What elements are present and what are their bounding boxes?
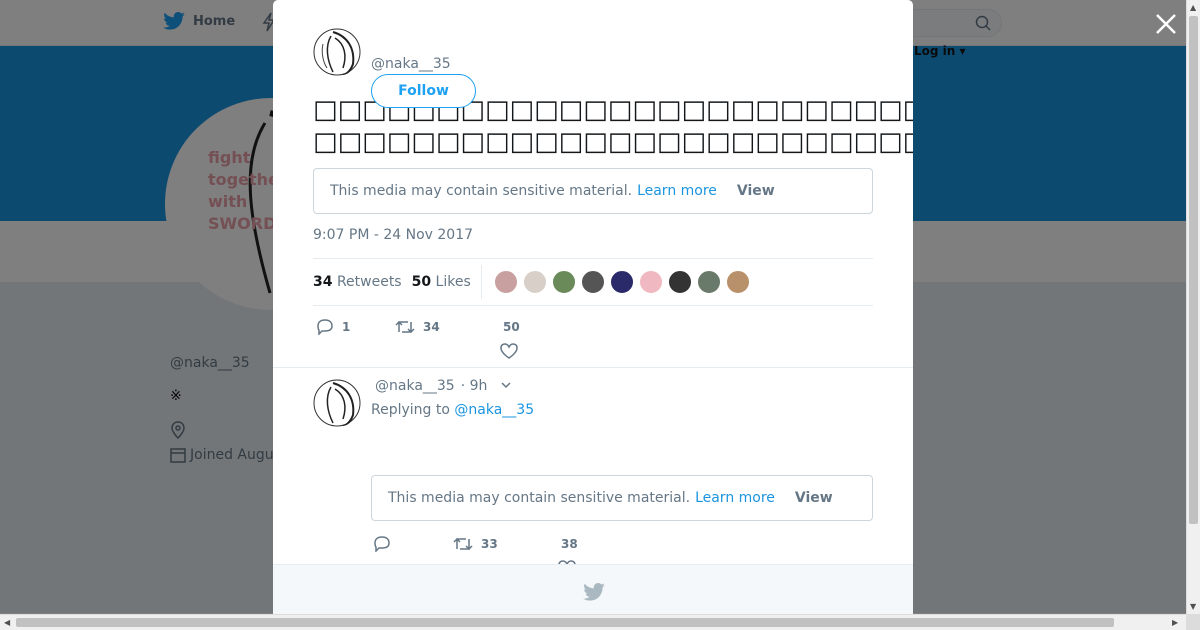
vertical-scrollbar[interactable]: ▲ ▼	[1186, 0, 1200, 616]
replying-to-handle[interactable]: @naka__35	[454, 402, 534, 418]
like-count: 50	[503, 320, 520, 334]
likers-avatars	[493, 270, 750, 294]
reply-divider	[273, 367, 913, 368]
avatar-artwork-small	[313, 28, 361, 76]
view-media-button[interactable]: View	[737, 183, 775, 199]
liker-avatar[interactable]	[580, 270, 605, 294]
stats-divider	[480, 265, 482, 299]
reply-retweet-action[interactable]: 33	[453, 536, 498, 552]
retweet-action[interactable]: 34	[395, 319, 440, 335]
likes-label: Likes	[435, 274, 471, 290]
liker-avatar[interactable]	[696, 270, 721, 294]
replying-to: Replying to @naka__35	[371, 402, 534, 418]
tweet-modal: @naka__35 □□□□□□□□□□□□□□□□□□□□□□□□ □□□□□□…	[273, 0, 913, 614]
likes-stat[interactable]: 50 Likes	[412, 274, 471, 290]
chevron-down-icon[interactable]	[493, 380, 519, 392]
vertical-scroll-thumb[interactable]	[1189, 16, 1198, 524]
reply-reply-action[interactable]	[373, 536, 391, 552]
liker-avatar[interactable]	[638, 270, 663, 294]
retweets-stat[interactable]: 34 Retweets	[313, 274, 402, 290]
reply-sensitive-text: This media may contain sensitive materia…	[388, 490, 691, 506]
retweets-count: 34	[313, 274, 333, 290]
liker-avatar[interactable]	[609, 270, 634, 294]
reply-like-count-label: 38	[561, 537, 578, 551]
tweet-actions: 1 34 50	[313, 316, 873, 360]
liker-avatar[interactable]	[551, 270, 576, 294]
close-icon[interactable]	[1152, 10, 1180, 38]
twitter-bird-icon	[583, 583, 605, 601]
scroll-down-icon[interactable]: ▼	[1190, 602, 1196, 611]
reply-count: 1	[342, 320, 351, 334]
reply-time[interactable]: · 9h	[461, 378, 488, 394]
tweet-stats: 34 Retweets 50 Likes	[313, 258, 873, 306]
reply-author-handle[interactable]: @naka__35	[375, 378, 455, 394]
liker-avatar[interactable]	[725, 270, 750, 294]
reply-action[interactable]: 1	[316, 319, 350, 335]
scroll-right-icon[interactable]: ▶	[1172, 618, 1178, 627]
horizontal-scroll-thumb[interactable]	[16, 618, 1114, 627]
reply-learn-more-link[interactable]: Learn more	[695, 490, 775, 506]
retweet-icon	[453, 537, 473, 551]
retweet-icon	[395, 320, 415, 334]
liker-avatar[interactable]	[667, 270, 692, 294]
learn-more-link[interactable]: Learn more	[637, 183, 717, 199]
like-count-label: 50	[503, 320, 520, 334]
modal-footer	[273, 564, 913, 614]
reply-author-avatar[interactable]	[313, 379, 361, 427]
tweet-timestamp[interactable]: 9:07 PM - 24 Nov 2017	[313, 227, 473, 243]
tweet-author-handle[interactable]: @naka__35	[371, 56, 451, 72]
heart-icon[interactable]	[500, 343, 518, 359]
reply-icon	[374, 536, 390, 552]
reply-like-count: 38	[561, 537, 578, 551]
likes-count: 50	[411, 274, 432, 290]
sensitive-media-notice: This media may contain sensitive materia…	[313, 168, 873, 214]
scroll-up-icon[interactable]: ▲	[1190, 3, 1196, 12]
liker-avatar[interactable]	[493, 270, 518, 294]
liker-avatar[interactable]	[522, 270, 547, 294]
scroll-left-icon[interactable]: ◀	[4, 618, 10, 627]
scrollbar-corner	[1186, 614, 1200, 630]
replying-to-label: Replying to	[371, 402, 450, 418]
retweet-count: 34	[423, 320, 440, 334]
reply-retweet-count: 33	[481, 537, 498, 551]
reply-header: @naka__35 · 9h	[375, 378, 519, 394]
reply-view-media-button[interactable]: View	[795, 490, 833, 506]
reply-avatar-artwork	[313, 379, 361, 427]
follow-button[interactable]: Follow	[371, 74, 476, 108]
retweets-label: Retweets	[336, 274, 402, 290]
reply-sensitive-media-notice: This media may contain sensitive materia…	[371, 475, 873, 521]
sensitive-text: This media may contain sensitive materia…	[330, 183, 633, 199]
reply-icon	[317, 319, 333, 335]
tweet-author-avatar[interactable]	[313, 28, 361, 76]
tweet-text-line-2: □□□□□□□□□□□□□□□□□□□□□□□□□□□□□□□□□□□□□□□□…	[313, 127, 913, 157]
horizontal-scrollbar[interactable]: ◀ ▶	[0, 614, 1186, 630]
